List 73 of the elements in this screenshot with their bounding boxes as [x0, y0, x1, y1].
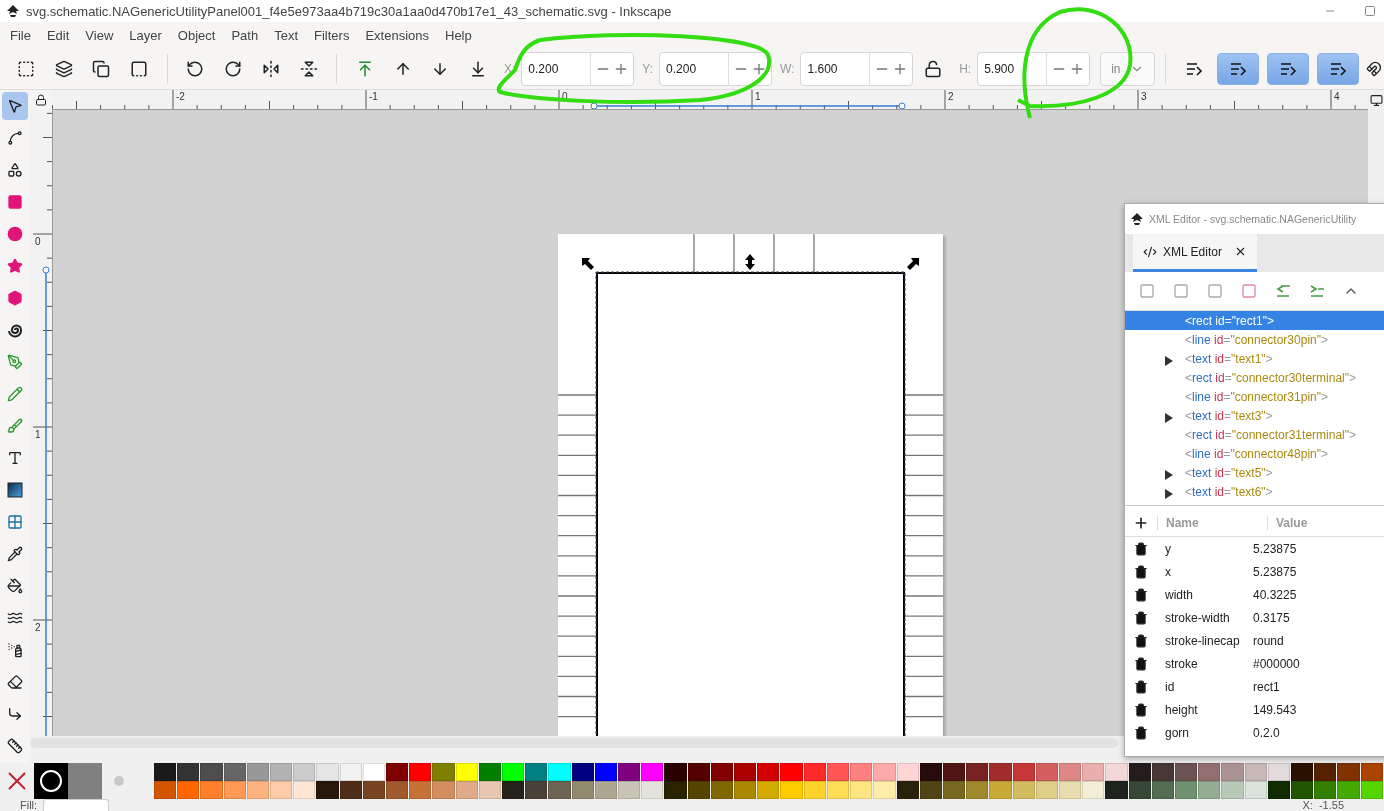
xml-node-label: <text id="text6"> — [1185, 484, 1273, 499]
xml-node-label: <text id="text3"> — [1185, 408, 1273, 423]
menu-item[interactable]: Help — [437, 27, 480, 43]
xml-node-label: <line id="connector48pin"> — [1185, 446, 1328, 461]
menu-item[interactable]: Edit — [38, 27, 78, 43]
ruler-label: 4 — [1334, 91, 1340, 102]
xml-node-label: <rect id="connector31terminal"> — [1185, 427, 1356, 442]
ruler-label: 1 — [35, 429, 41, 440]
attribute-name: id — [1164, 679, 1176, 694]
attribute-name: stroke — [1164, 656, 1199, 671]
number-field[interactable]: 0.200 — [659, 51, 773, 86]
field-label: Y: — [642, 61, 654, 76]
ruler-label: 1 — [755, 91, 761, 102]
attribute-name: x — [1164, 564, 1172, 579]
number-field[interactable]: 5.900 — [977, 51, 1091, 86]
ruler-label: -2 — [176, 91, 185, 102]
attribute-value: #000000 — [1252, 656, 1300, 671]
xml-node-row[interactable]: <text id="text3"> — [1125, 406, 1384, 425]
attribute-value: 5.23875 — [1252, 541, 1297, 556]
menu-item[interactable]: Object — [169, 27, 224, 43]
xml-node-label: <text id="text5"> — [1185, 465, 1273, 480]
xml-node-row[interactable]: <rect id="connector30terminal"> — [1125, 368, 1384, 387]
attribute-name: height — [1164, 702, 1199, 717]
xml-node-row[interactable]: <rect id="connector31terminal"> — [1125, 425, 1384, 444]
menu-item[interactable]: Extensions — [357, 27, 437, 43]
attribute-name: y — [1164, 541, 1172, 556]
xml-node-row[interactable]: <text id="text1"> — [1125, 349, 1384, 368]
attribute-name: gorn — [1164, 725, 1191, 740]
window-title: svg.schematic.NAGenericUtilityPanel001_f4e5e973aa4b719c30a1aa0d470b17e1_43_schematic.svg - Inkscape — [26, 3, 672, 19]
attribute-name: width — [1164, 587, 1194, 602]
xml-node-row[interactable]: <text id="text6"> — [1125, 482, 1384, 501]
number-field[interactable]: 1.600 — [800, 51, 914, 86]
unit-dropdown[interactable]: in — [1100, 51, 1156, 86]
menu-item[interactable]: File — [2, 27, 39, 43]
fill-label: Fill: — [20, 799, 38, 811]
ruler-label: 2 — [948, 91, 954, 102]
xml-node-label: <text id="text1"> — [1185, 351, 1273, 366]
attribute-value: 5.23875 — [1252, 564, 1297, 579]
menu-item[interactable]: Text — [266, 27, 306, 43]
xml-node-row[interactable]: <text id="text5"> — [1125, 463, 1384, 482]
attribute-value: rect1 — [1252, 679, 1280, 694]
attribute-value: 0.2.0 — [1252, 725, 1280, 740]
cursor-x-label: X: — [1302, 799, 1313, 811]
xml-node-row[interactable]: <line id="connector30pin"> — [1125, 330, 1384, 349]
number-field[interactable]: 0.200 — [521, 51, 635, 86]
attribute-value: 40.3225 — [1252, 587, 1297, 602]
ruler-label: 2 — [35, 622, 41, 633]
attribute-name: stroke-linecap — [1164, 633, 1241, 648]
xml-node-label: <line id="connector31pin"> — [1185, 389, 1328, 404]
menu-item[interactable]: Layer — [121, 27, 170, 43]
menu-item[interactable]: Path — [223, 27, 267, 43]
cursor-x-value: -1.55 — [1318, 799, 1344, 811]
xml-node-label: <rect id="connector30terminal"> — [1185, 370, 1356, 385]
ruler-label: 0 — [35, 236, 41, 247]
xml-node-row[interactable]: <rect id="rect1"> — [1125, 311, 1384, 330]
column-header: Name — [1157, 516, 1267, 530]
ruler-label: -1 — [369, 91, 378, 102]
field-label: H: — [959, 61, 972, 76]
attribute-name: stroke-width — [1164, 610, 1231, 625]
menu-item[interactable]: View — [77, 27, 122, 43]
attribute-value: 149.543 — [1252, 702, 1297, 717]
dialog-tab[interactable]: XML Editor — [1133, 234, 1257, 272]
xml-node-row[interactable]: <line id="connector48pin"> — [1125, 444, 1384, 463]
field-label: W: — [780, 61, 795, 76]
ruler-label: 3 — [1141, 91, 1147, 102]
attribute-value: 0.3175 — [1252, 610, 1290, 625]
attribute-value: round — [1252, 633, 1284, 648]
menu-item[interactable]: Filters — [306, 27, 358, 43]
xml-node-row[interactable]: <line id="connector31pin"> — [1125, 387, 1384, 406]
dialog-title: XML Editor - svg.schematic.NAGenericUtility — [1149, 213, 1357, 225]
column-header: Value — [1267, 516, 1384, 530]
xml-node-label: <rect id="rect1"> — [1185, 313, 1274, 328]
xml-node-label: <line id="connector30pin"> — [1185, 332, 1328, 347]
